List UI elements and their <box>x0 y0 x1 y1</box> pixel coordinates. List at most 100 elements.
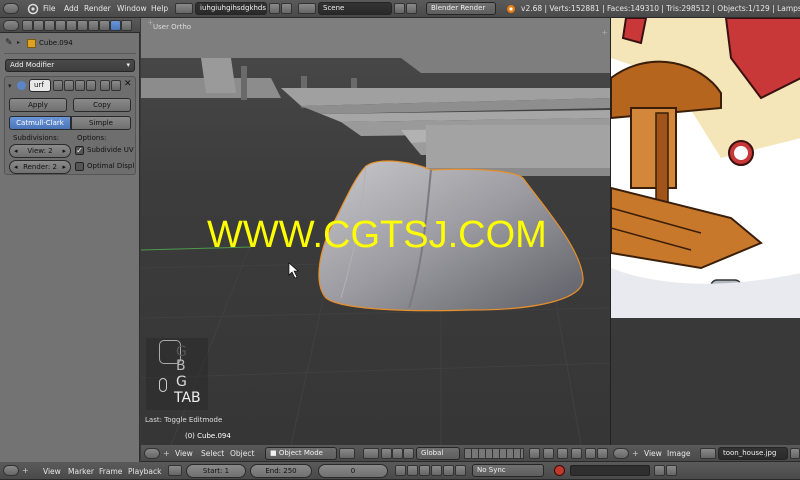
menu-view[interactable]: View <box>644 449 662 458</box>
interaction-mode-dropdown[interactable]: ■ Object Mode <box>265 447 337 460</box>
next-keyframe-icon[interactable] <box>443 465 454 476</box>
render-toggle-icon[interactable] <box>64 80 74 91</box>
record-icon[interactable] <box>554 465 565 476</box>
subdivide-uv-checkbox[interactable]: ✓ <box>75 146 84 155</box>
data-tab-icon[interactable] <box>88 20 99 31</box>
view-levels-field[interactable]: ◂ View: 2 ▸ <box>9 144 71 158</box>
pin-icon[interactable]: ✎ <box>5 38 13 48</box>
editor-type-icon[interactable] <box>144 448 160 459</box>
copy-button[interactable]: Copy <box>73 98 131 112</box>
keying-set-field[interactable] <box>570 465 650 476</box>
wrench-tab-icon[interactable] <box>110 20 121 31</box>
add-layout-icon[interactable] <box>269 3 280 14</box>
menu-object[interactable]: Object <box>230 449 254 458</box>
editmode-toggle-icon[interactable] <box>53 80 63 91</box>
menu-playback[interactable]: Playback <box>128 467 161 476</box>
lock-layers-icon[interactable] <box>529 448 540 459</box>
menu-image[interactable]: Image <box>667 449 691 458</box>
properties-editor-icon[interactable] <box>3 20 19 31</box>
start-frame-field[interactable]: Start: 1 <box>186 464 246 478</box>
proportional-edit-icon[interactable] <box>543 448 554 459</box>
image-editor[interactable] <box>610 18 800 445</box>
increment-arrow-icon[interactable]: ▸ <box>62 161 66 173</box>
texture-tab-icon[interactable] <box>121 20 132 31</box>
image-name-field[interactable]: toon_house.jpg <box>718 447 788 460</box>
menu-view[interactable]: View <box>43 467 61 476</box>
scene-selector-icon[interactable] <box>298 3 316 14</box>
realtime-toggle-icon[interactable] <box>75 80 85 91</box>
3d-viewport[interactable]: User Ortho + + WWW.CGTSJ.COM G B G TAB L… <box>141 18 610 445</box>
layer-buttons[interactable] <box>464 448 524 459</box>
decrement-arrow-icon[interactable]: ◂ <box>14 145 18 157</box>
pin-image-icon[interactable] <box>790 448 800 459</box>
pivot-point-icon[interactable] <box>363 448 379 459</box>
properties-toggle-icon[interactable]: + <box>601 28 608 37</box>
optimal-display-checkbox[interactable] <box>75 162 84 171</box>
remove-modifier-icon[interactable]: ✕ <box>124 79 132 89</box>
editor-type-icon[interactable] <box>3 465 19 476</box>
menu-marker[interactable]: Marker <box>68 467 94 476</box>
apply-button[interactable]: Apply <box>9 98 67 112</box>
editor-type-icon[interactable] <box>613 448 629 459</box>
collapse-menus-icon[interactable]: + <box>632 449 639 458</box>
translate-manipulator-icon[interactable] <box>392 448 403 459</box>
menu-view[interactable]: View <box>175 449 193 458</box>
move-up-icon[interactable] <box>100 80 110 91</box>
delete-keyframe-icon[interactable] <box>666 465 677 476</box>
scene-tab-icon[interactable] <box>33 20 44 31</box>
menu-add[interactable]: Add <box>64 4 79 13</box>
render-opengl-icon[interactable] <box>585 448 596 459</box>
browse-image-icon[interactable] <box>700 448 716 459</box>
current-frame-field[interactable]: 0 <box>318 464 388 478</box>
preview-range-icon[interactable] <box>168 465 182 476</box>
menu-file[interactable]: File <box>43 4 56 13</box>
close-layout-icon[interactable] <box>281 3 292 14</box>
toolbar-toggle-icon[interactable]: + <box>147 18 157 28</box>
collapse-menus-icon[interactable]: + <box>22 466 29 475</box>
object-tab-icon[interactable] <box>55 20 66 31</box>
close-scene-icon[interactable] <box>406 3 417 14</box>
decrement-arrow-icon[interactable]: ◂ <box>14 161 18 173</box>
constraints-tab-icon[interactable] <box>66 20 77 31</box>
layout-name-field[interactable]: iuhgiuhgihsdgkhdsg <box>195 2 267 15</box>
manipulator-toggle-icon[interactable] <box>381 448 392 459</box>
layout-selector-icon[interactable] <box>175 3 193 14</box>
insert-keyframe-icon[interactable] <box>654 465 665 476</box>
menu-render[interactable]: Render <box>84 4 111 13</box>
shading-mode-icon[interactable] <box>339 448 355 459</box>
catmull-clark-toggle[interactable]: Catmull-Clark <box>9 116 71 130</box>
modifiers-tab-icon[interactable] <box>77 20 88 31</box>
play-icon[interactable] <box>431 465 442 476</box>
collapse-arrow-icon[interactable]: ▾ <box>8 82 12 90</box>
simple-toggle[interactable]: Simple <box>71 116 131 130</box>
world-tab-icon[interactable] <box>44 20 55 31</box>
render-levels-field[interactable]: ◂ Render: 2 ▸ <box>9 160 71 174</box>
menu-select[interactable]: Select <box>201 449 224 458</box>
material-tab-icon[interactable] <box>99 20 110 31</box>
move-down-icon[interactable] <box>111 80 121 91</box>
snap-element-icon[interactable] <box>571 448 582 459</box>
increment-arrow-icon[interactable]: ▸ <box>62 145 66 157</box>
render-animation-icon[interactable] <box>597 448 608 459</box>
sync-mode-dropdown[interactable]: No Sync <box>472 464 544 477</box>
cage-toggle-icon[interactable] <box>86 80 96 91</box>
add-scene-icon[interactable] <box>394 3 405 14</box>
last-operator-label[interactable]: Last: Toggle Editmode <box>145 416 222 424</box>
jump-end-icon[interactable] <box>455 465 466 476</box>
play-reverse-icon[interactable] <box>419 465 430 476</box>
rotate-manipulator-icon[interactable] <box>403 448 414 459</box>
add-modifier-dropdown[interactable]: Add Modifier ▾ <box>5 59 135 72</box>
menu-window[interactable]: Window <box>117 4 147 13</box>
menu-help[interactable]: Help <box>151 4 168 13</box>
render-tab-icon[interactable] <box>22 20 33 31</box>
end-frame-field[interactable]: End: 250 <box>250 464 312 478</box>
menu-frame[interactable]: Frame <box>99 467 122 476</box>
snap-toggle-icon[interactable] <box>557 448 568 459</box>
modifier-name-field[interactable]: urf <box>29 79 51 92</box>
collapse-menus-icon[interactable]: + <box>163 449 170 458</box>
editor-type-icon[interactable] <box>3 3 19 14</box>
prev-keyframe-icon[interactable] <box>407 465 418 476</box>
scene-name-field[interactable]: Scene <box>318 2 392 15</box>
transform-orientation-dropdown[interactable]: Global <box>416 447 460 460</box>
jump-start-icon[interactable] <box>395 465 406 476</box>
